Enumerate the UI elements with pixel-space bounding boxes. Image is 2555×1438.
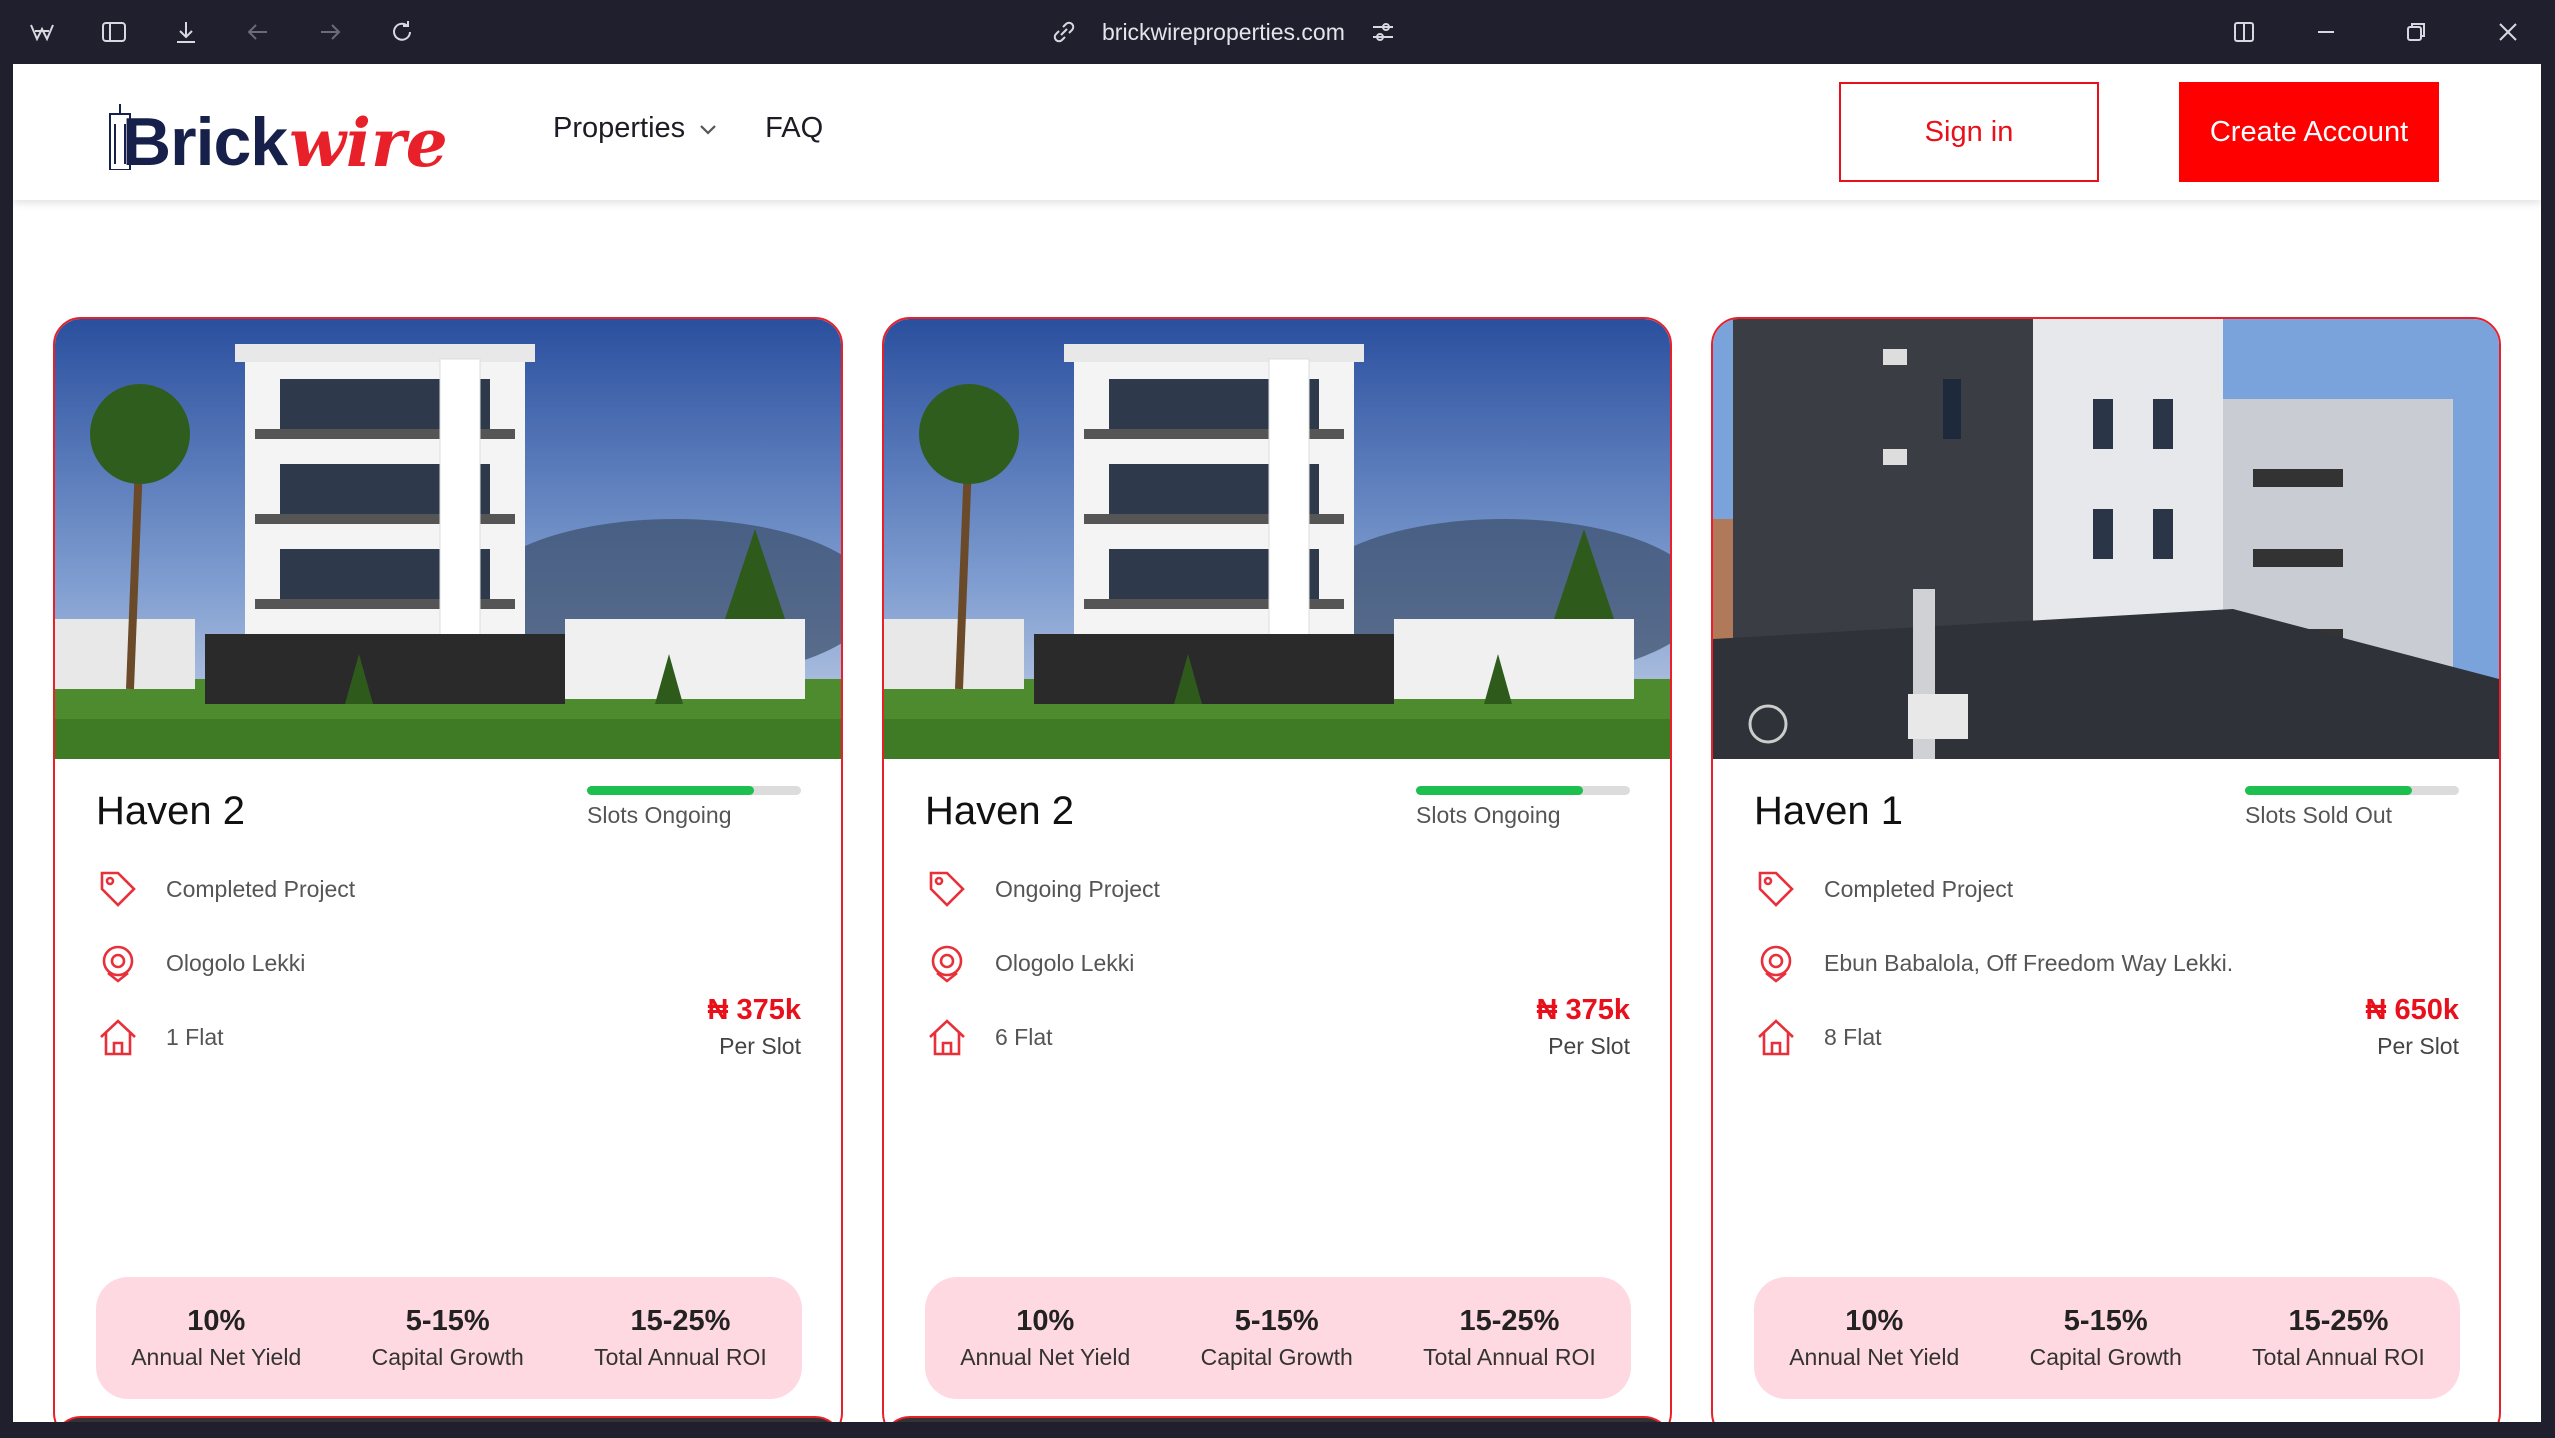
units-text: 8 Flat (1824, 1023, 1882, 1050)
brickwire-logo[interactable]: Brick wire (108, 96, 448, 176)
slots-progress-bar (2245, 786, 2459, 795)
close-icon[interactable] (2490, 14, 2526, 50)
stat-annual-net-yield: 10% Annual Net Yield (960, 1305, 1131, 1370)
units-text: 1 Flat (166, 1023, 224, 1050)
units-text: 6 Flat (995, 1023, 1053, 1050)
link-icon (1053, 21, 1075, 43)
stat-total-annual-roi: 15-25% Total Annual ROI (1423, 1305, 1596, 1370)
property-card[interactable]: Haven 1 Slots Sold Out Completed Project… (1711, 317, 2501, 1422)
property-title: Haven 2 (925, 789, 1074, 833)
location-text: Ologolo Lekki (995, 949, 1135, 976)
property-title: Haven 2 (96, 789, 245, 833)
property-photo (55, 319, 841, 759)
tag-icon (929, 871, 965, 907)
nav-faq-link[interactable]: FAQ (765, 112, 823, 145)
address-bar[interactable]: brickwireproperties.com (1050, 14, 1397, 50)
slots-status: Slots Sold Out (2245, 802, 2393, 828)
property-card[interactable]: Haven 2 Slots Ongoing Completed Project … (53, 317, 843, 1422)
stat-capital-growth: 5-15% Capital Growth (1200, 1305, 1353, 1370)
location-text: Ologolo Lekki (166, 949, 306, 976)
stat-total-annual-roi: 15-25% Total Annual ROI (2252, 1305, 2425, 1370)
investment-stats: 10% Annual Net Yield 5-15% Capital Growth … (96, 1277, 802, 1399)
split-view-icon[interactable] (2226, 14, 2262, 50)
sign-in-button[interactable]: Sign in (1839, 82, 2099, 182)
stat-capital-growth: 5-15% Capital Growth (2029, 1305, 2182, 1370)
property-photo (884, 319, 1670, 759)
investment-stats: 10% Annual Net Yield 5-15% Capital Growth … (1754, 1277, 2460, 1399)
price-amount: ₦ 375k (1536, 994, 1630, 1026)
nav-properties-label: Properties (553, 112, 686, 144)
investment-stats: 10% Annual Net Yield 5-15% Capital Growth … (925, 1277, 1631, 1399)
tag-icon (1758, 871, 1794, 907)
project-row: Completed Project (96, 867, 355, 911)
location-pin-icon (931, 945, 963, 983)
page-viewport: Brick wire Properties FAQ Sign in Create … (13, 64, 2541, 1422)
home-icon (929, 1019, 965, 1056)
download-icon[interactable] (168, 14, 204, 50)
site-settings-icon[interactable] (1369, 18, 1397, 46)
location-pin-icon (102, 945, 134, 983)
location-pin-icon (1760, 945, 1792, 983)
back-arrow-icon[interactable] (240, 14, 276, 50)
units-row: 6 Flat (925, 1015, 1053, 1059)
stat-total-annual-roi: 15-25% Total Annual ROI (594, 1305, 767, 1370)
reload-icon[interactable] (384, 14, 420, 50)
units-row: 1 Flat (96, 1015, 224, 1059)
project-status-text: Completed Project (166, 875, 356, 902)
browser-logo-icon[interactable] (24, 14, 60, 50)
url-text: brickwireproperties.com (1102, 18, 1345, 45)
property-title: Haven 1 (1754, 789, 1903, 833)
price-amount: ₦ 375k (707, 994, 801, 1026)
logo-brick-text: Brick (122, 104, 288, 180)
forward-arrow-icon[interactable] (312, 14, 348, 50)
price-block: ₦ 375k Per Slot (1536, 994, 1630, 1060)
building-logo-icon (109, 104, 131, 170)
location-row: Ologolo Lekki (925, 941, 1134, 985)
stat-annual-net-yield: 10% Annual Net Yield (131, 1305, 302, 1370)
sidebar-toggle-icon[interactable] (96, 14, 132, 50)
property-card[interactable]: Haven 2 Slots Ongoing Ongoing Project Ol… (882, 317, 1672, 1422)
project-row: Ongoing Project (925, 867, 1160, 911)
slots-progress-bar (1416, 786, 1630, 795)
units-row: 8 Flat (1754, 1015, 1882, 1059)
location-row: Ebun Babalola, Off Freedom Way Lekki. (1754, 941, 2233, 985)
price-amount: ₦ 650k (2365, 994, 2459, 1026)
property-card-partial[interactable] (53, 1416, 843, 1422)
home-icon (100, 1019, 136, 1056)
site-header: Brick wire Properties FAQ Sign in Create … (13, 64, 2541, 200)
chevron-down-icon (700, 124, 716, 135)
stat-capital-growth: 5-15% Capital Growth (371, 1305, 524, 1370)
home-icon (1758, 1019, 1794, 1056)
price-block: ₦ 375k Per Slot (707, 994, 801, 1060)
minimize-icon[interactable] (2308, 14, 2344, 50)
slots-status: Slots Ongoing (1416, 802, 1561, 828)
price-per-slot: Per Slot (2377, 1033, 2459, 1059)
slots-status: Slots Ongoing (587, 802, 732, 828)
price-block: ₦ 650k Per Slot (2365, 994, 2459, 1060)
nav-properties-dropdown[interactable]: Properties (553, 112, 719, 145)
create-account-button[interactable]: Create Account (2179, 82, 2439, 182)
location-row: Ologolo Lekki (96, 941, 305, 985)
price-per-slot: Per Slot (719, 1033, 801, 1059)
property-card-partial[interactable] (882, 1416, 1672, 1422)
main-nav: Properties FAQ (553, 112, 823, 145)
stat-annual-net-yield: 10% Annual Net Yield (1789, 1305, 1960, 1370)
price-per-slot: Per Slot (1548, 1033, 1630, 1059)
logo-wire-text: wire (289, 104, 448, 182)
location-text: Ebun Babalola, Off Freedom Way Lekki. (1824, 949, 2234, 976)
restore-icon[interactable] (2398, 14, 2434, 50)
browser-toolbar: brickwireproperties.com (0, 0, 2555, 64)
project-status-text: Ongoing Project (995, 875, 1160, 902)
property-photo (1713, 319, 2499, 759)
project-status-text: Completed Project (1824, 875, 2014, 902)
project-row: Completed Project (1754, 867, 2013, 911)
tag-icon (100, 871, 136, 907)
slots-progress-bar (587, 786, 801, 795)
